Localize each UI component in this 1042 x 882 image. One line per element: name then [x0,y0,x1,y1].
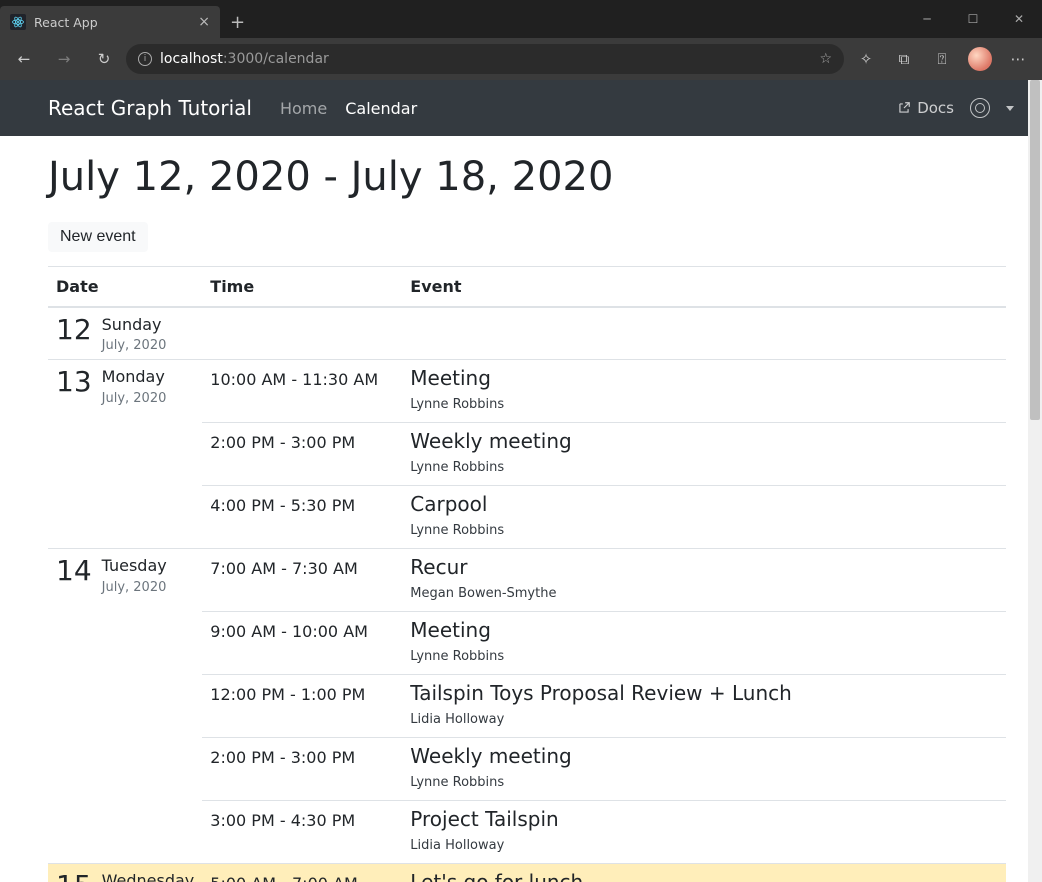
event-organizer: Lynne Robbins [410,460,998,475]
event-title[interactable]: Meeting [410,366,998,391]
table-row: 13 Monday July, 2020 10:00 AM - 11:30 AM Mee… [48,360,1006,423]
window-minimize-button[interactable]: ─ [904,0,950,38]
day-number: 15 [56,872,92,882]
tab-bar: React App × + ─ ☐ ✕ [0,0,1042,38]
table-row: 12:00 PM - 1:00 PM Tailspin Toys Proposal… [48,675,1006,738]
user-icon[interactable] [970,98,990,118]
more-menu-button[interactable]: ⋯ [1000,43,1036,75]
event-title[interactable]: Weekly meeting [410,429,998,454]
day-of-week: Monday [102,368,167,386]
col-header-time: Time [202,267,402,308]
event-time: 10:00 AM - 11:30 AM [210,366,394,389]
table-row: 15WednesdayJuly, 20205:00 AM - 7:00 AMLe… [48,864,1006,882]
day-number: 13 [56,368,92,396]
url-input[interactable]: i localhost:3000/calendar ☆ [126,44,844,74]
date-cell: 14 Tuesday July, 2020 [56,555,194,594]
event-time: 7:00 AM - 7:30 AM [210,555,394,578]
event-title[interactable]: Tailspin Toys Proposal Review + Lunch [410,681,998,706]
collections-button[interactable]: ⧉ [886,43,922,75]
refresh-button[interactable]: ↻ [86,43,122,75]
col-header-event: Event [402,267,1006,308]
date-cell: 15WednesdayJuly, 2020 [56,870,194,882]
event-organizer: Lidia Holloway [410,712,998,727]
page-viewport: React Graph Tutorial Home Calendar Docs J… [0,80,1042,882]
calendar-table: Date Time Event 12 Sunday July, 2020 13 Mond… [48,266,1006,882]
table-row: 9:00 AM - 10:00 AM Meeting Lynne Robbins [48,612,1006,675]
docs-label: Docs [917,99,954,117]
event-time: 4:00 PM - 5:30 PM [210,492,394,515]
date-cell: 13 Monday July, 2020 [56,366,194,405]
user-menu-caret-icon[interactable] [1006,106,1014,111]
table-row: 2:00 PM - 3:00 PM Weekly meeting Lynne Rob… [48,738,1006,801]
window-controls: ─ ☐ ✕ [904,0,1042,38]
event-organizer: Lynne Robbins [410,397,998,412]
nav-link-calendar[interactable]: Calendar [345,99,417,118]
event-time: 5:00 AM - 7:00 AM [210,870,394,882]
day-number: 14 [56,557,92,585]
table-row: 4:00 PM - 5:30 PM Carpool Lynne Robbins [48,486,1006,549]
event-organizer: Lynne Robbins [410,649,998,664]
window-maximize-button[interactable]: ☐ [950,0,996,38]
event-title[interactable]: Weekly meeting [410,744,998,769]
favorites-button[interactable]: ✧ [848,43,884,75]
event-time: 3:00 PM - 4:30 PM [210,807,394,830]
new-event-button[interactable]: New event [48,222,148,252]
table-row: 2:00 PM - 3:00 PM Weekly meeting Lynne Rob… [48,423,1006,486]
event-organizer: Lynne Robbins [410,523,998,538]
browser-chrome: React App × + ─ ☐ ✕ ← → ↻ i localhost:30… [0,0,1042,80]
day-number: 12 [56,316,92,344]
page-content: July 12, 2020 - July 18, 2020 New event … [0,136,1042,882]
docs-link[interactable]: Docs [897,99,954,117]
event-time: 2:00 PM - 3:00 PM [210,429,394,452]
new-tab-button[interactable]: + [220,6,255,38]
profile-avatar[interactable] [962,43,998,75]
back-button[interactable]: ← [6,43,42,75]
scrollbar-track[interactable] [1028,80,1042,882]
event-time: 2:00 PM - 3:00 PM [210,744,394,767]
url-text: localhost:3000/calendar [160,51,329,67]
event-title[interactable]: Project Tailspin [410,807,998,832]
event-organizer: Megan Bowen-Smythe [410,586,998,601]
person-button[interactable]: ⍰ [924,43,960,75]
event-time: 12:00 PM - 1:00 PM [210,681,394,704]
browser-tab[interactable]: React App × [0,6,220,38]
tab-close-icon[interactable]: × [198,14,210,30]
table-row: 3:00 PM - 4:30 PM Project Tailspin Lidia H… [48,801,1006,864]
day-of-week: Wednesday [102,872,195,882]
address-bar: ← → ↻ i localhost:3000/calendar ☆ ✧ ⧉ ⍰ … [0,38,1042,80]
scrollbar-thumb[interactable] [1030,80,1040,420]
react-favicon [10,14,26,30]
nav-link-home[interactable]: Home [280,99,327,118]
day-month: July, 2020 [102,391,167,406]
event-title[interactable]: Let's go for lunch [410,870,998,882]
app-navbar: React Graph Tutorial Home Calendar Docs [0,80,1042,136]
date-cell: 12 Sunday July, 2020 [56,314,194,353]
event-title[interactable]: Recur [410,555,998,580]
event-title[interactable]: Meeting [410,618,998,643]
day-of-week: Tuesday [102,557,167,575]
day-of-week: Sunday [102,316,167,334]
page-title: July 12, 2020 - July 18, 2020 [48,154,1006,200]
day-month: July, 2020 [102,338,167,353]
event-organizer: Lynne Robbins [410,775,998,790]
col-header-date: Date [48,267,202,308]
event-title[interactable]: Carpool [410,492,998,517]
window-close-button[interactable]: ✕ [996,0,1042,38]
table-row: 12 Sunday July, 2020 [48,307,1006,360]
day-month: July, 2020 [102,580,167,595]
event-time: 9:00 AM - 10:00 AM [210,618,394,641]
favorite-star-icon[interactable]: ☆ [819,51,832,67]
app-brand[interactable]: React Graph Tutorial [48,96,252,120]
tab-title: React App [34,15,98,30]
event-organizer: Lidia Holloway [410,838,998,853]
external-link-icon [897,101,911,115]
site-info-icon[interactable]: i [138,52,152,66]
forward-button[interactable]: → [46,43,82,75]
table-row: 14 Tuesday July, 2020 7:00 AM - 7:30 AM Recu… [48,549,1006,612]
